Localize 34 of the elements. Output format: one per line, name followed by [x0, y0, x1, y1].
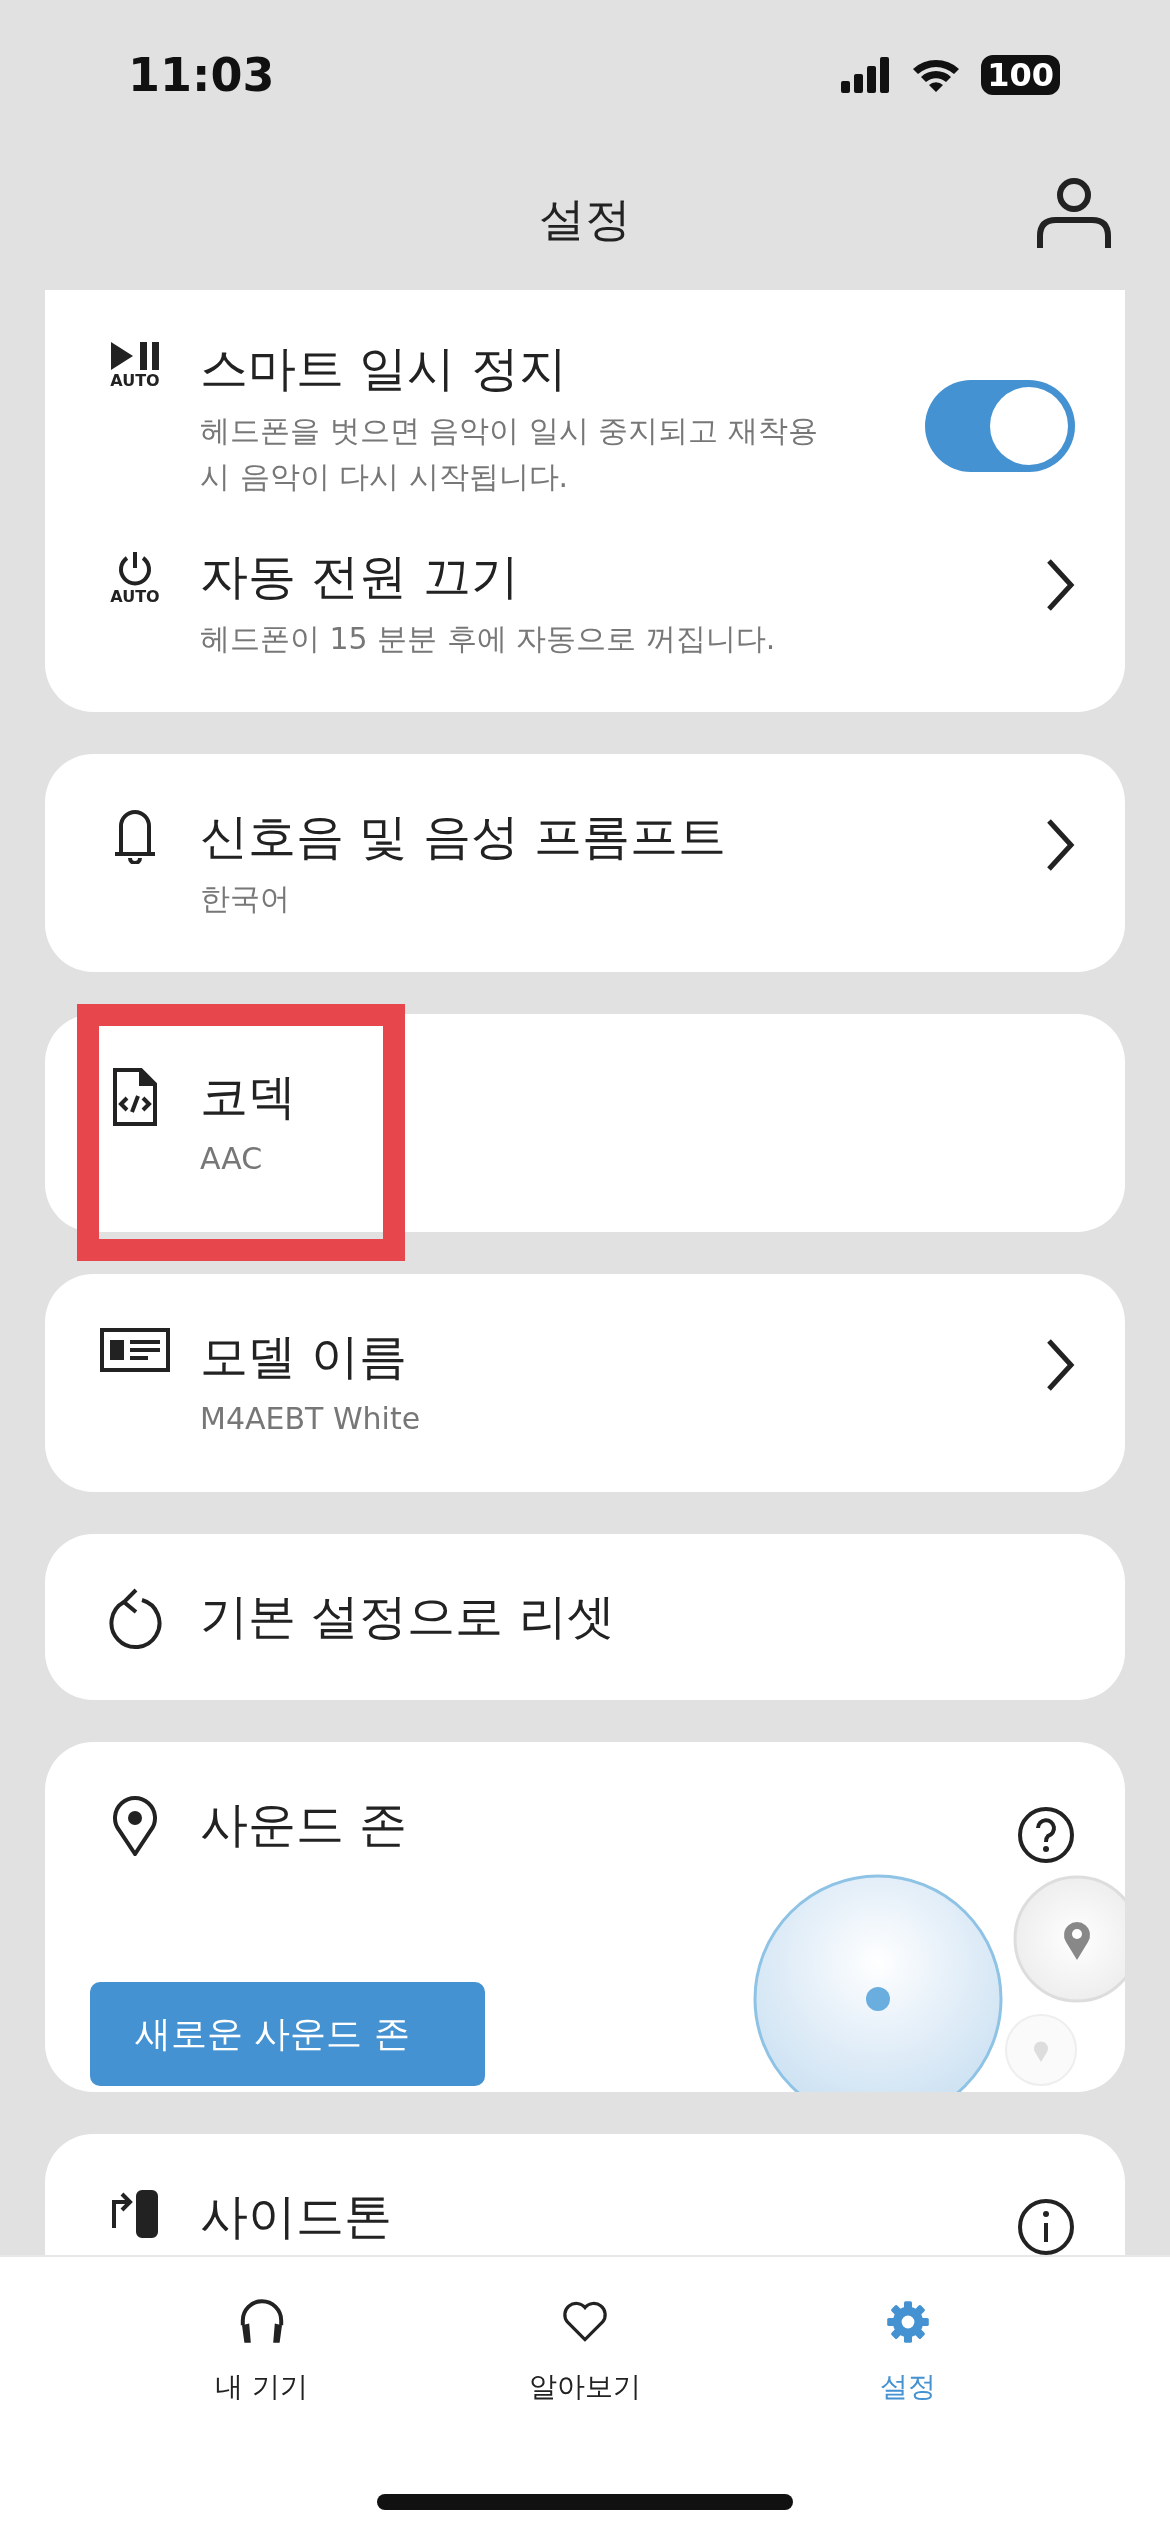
setting-title: 신호음 및 음성 프롬프트	[200, 807, 727, 866]
chevron-icon[interactable]	[1045, 1338, 1075, 1392]
code-file-icon	[111, 1068, 159, 1126]
phone-arrow-icon	[110, 2188, 160, 2238]
tab-item[interactable]: 알아보기	[485, 2297, 685, 2407]
info-icon[interactable]	[1017, 2198, 1075, 2255]
page-title: 설정	[539, 191, 631, 248]
profile-icon[interactable]	[1036, 178, 1112, 248]
signal-icon	[841, 57, 892, 93]
setting-title: 사이드톤	[200, 2187, 393, 2246]
wifi-icon	[911, 57, 962, 93]
chevron-icon[interactable]	[1045, 818, 1075, 872]
icon-caption: AUTO	[110, 588, 160, 606]
setting-title: 스마트 일시 정지	[200, 339, 568, 398]
battery-level: 100	[981, 55, 1060, 95]
tab-item[interactable]: 내 기기	[161, 2297, 362, 2407]
setting-title: 모델 이름	[200, 1327, 409, 1386]
chevron-icon[interactable]	[1045, 558, 1075, 612]
icon-caption: AUTO	[110, 372, 160, 390]
clock-time: 11:03	[128, 48, 275, 102]
help-icon[interactable]	[1017, 1806, 1075, 1864]
location-pin-icon	[111, 1796, 159, 1856]
setting-description: 헤드폰이 15 분분 후에 자동으로 꺼집니다.	[200, 620, 777, 658]
setting-description: 한국어	[200, 880, 291, 918]
setting-description: 헤드폰을 벗으면 음악이 일시 중지되고 재착용 시 음악이 다시 시작됩니다.	[200, 412, 819, 496]
setting-description: M4AEBT White	[200, 1400, 422, 1438]
setting-title: 자동 전원 끄기	[200, 547, 520, 606]
setting-title: 코덱	[200, 1067, 297, 1126]
play-pause-icon	[108, 340, 162, 372]
setting-description: AAC	[200, 1140, 264, 1178]
setting-title: 기본 설정으로 리셋	[200, 1587, 616, 1646]
setting-title: 사운드 존	[200, 1795, 409, 1854]
reset-icon	[106, 1588, 164, 1650]
id-card-icon	[100, 1328, 170, 1372]
